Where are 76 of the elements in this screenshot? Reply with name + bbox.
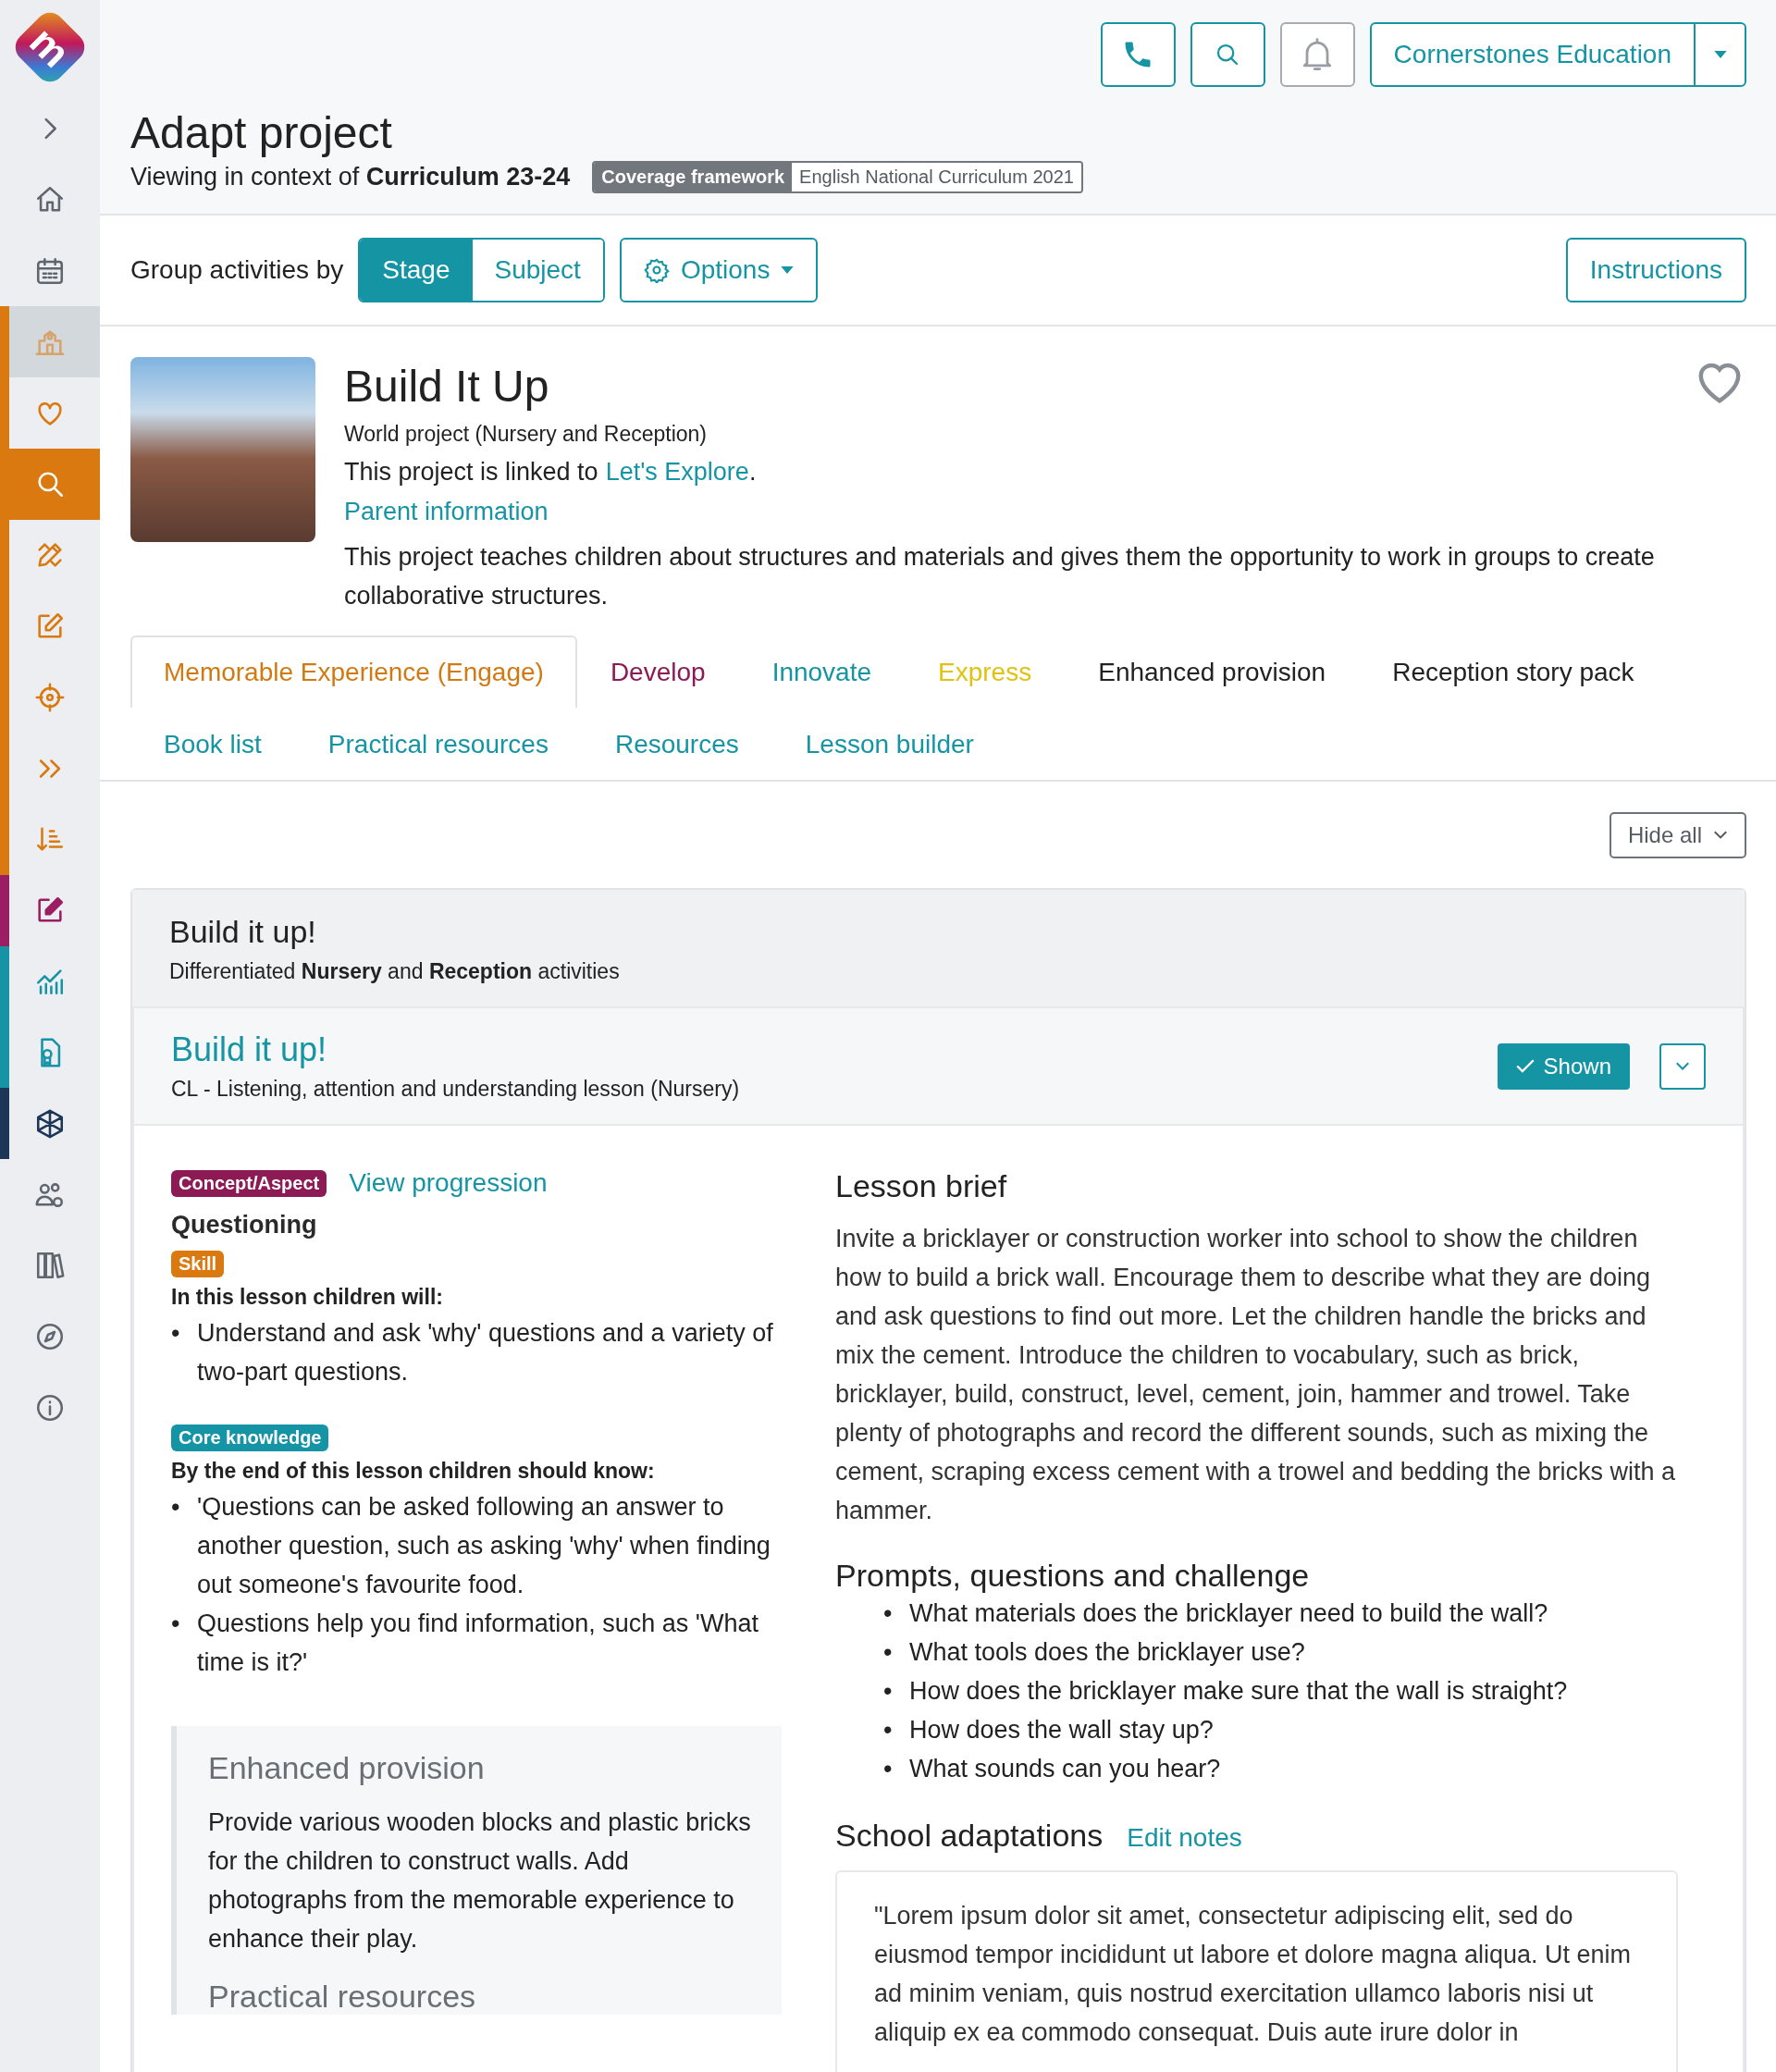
lesson-subtitle: CL - Listening, attention and understanding lesson (Nursery) xyxy=(171,1077,740,1102)
tab[interactable]: Develop xyxy=(576,635,739,708)
prompt-item: What sounds can you hear? xyxy=(909,1754,1221,1784)
tab[interactable]: Innovate xyxy=(738,635,906,708)
hide-all-dropdown[interactable]: Hide all xyxy=(1609,812,1746,858)
project-description: This project teaches children about structures and materials and gives them the opportunity to work in groups to create collaborative structures. xyxy=(344,542,1656,611)
concept-badge: Concept/Aspect xyxy=(171,1169,327,1197)
linked-project-link[interactable]: Let's Explore xyxy=(605,458,749,487)
search-button[interactable] xyxy=(1190,22,1265,87)
chevron-down-icon xyxy=(1675,1061,1690,1071)
expand-button[interactable] xyxy=(1659,1042,1706,1090)
group-toggle[interactable]: Stage xyxy=(360,240,473,301)
prompt-item: How does the wall stay up? xyxy=(909,1715,1214,1745)
lesson-brief-text: Invite a bricklayer or construction worker into school to show the children how to build a brick wall. Encourage them to describe what they are doing and ask questions to find out more. Let the children handle the bricks and mix the cement. Introduce the children to vocabulary, such as brick, bricklayer, build, construct, level, cement, join, hammer and trowel. Take plenty of photographs and record the different sounds, such as mixing the cement, scraping excess cement with a trowel and bedding the bricks with a hammer. xyxy=(835,1224,1676,1526)
tab[interactable]: Resources xyxy=(581,708,772,780)
project-title: Build It Up xyxy=(344,361,550,413)
knowledge-item: 'Questions can be asked following an answer to another question, such as asking 'why' when finding out someone's favourite food. xyxy=(197,1492,771,1600)
caret-icon xyxy=(781,266,795,274)
framework-tag: Coverage framework English National Curriculum 2021 xyxy=(592,161,1083,193)
view-progression-link[interactable]: View progression xyxy=(349,1168,548,1198)
bullet: • xyxy=(883,1715,894,1745)
options-button[interactable]: Options xyxy=(619,238,819,302)
enhanced-provision-title: Enhanced provision xyxy=(208,1750,486,1786)
prompt-item: How does the bricklayer make sure that the wall is straight? xyxy=(909,1676,1568,1707)
objectives-heading: In this lesson children will: xyxy=(171,1285,444,1310)
chevron-down-icon xyxy=(1713,831,1728,840)
page-title: Adapt project xyxy=(130,107,393,159)
adaptation-note-text: "Lorem ipsum dolor sit amet, consectetur adipiscing elit, sed do eiusmod tempor incididunt ut labore et dolore magna aliqua. Ut enim ad minim veniam, quis nostrud exercitation ullamco laboris nisi ut aliquip ex ea commodo consequat. Duis aute irure dolor in xyxy=(874,1901,1632,2048)
prompts-heading: Prompts, questions and challenge xyxy=(835,1558,1311,1594)
knowledge-item: Questions help you find information, such as 'What time is it?' xyxy=(197,1609,759,1678)
objective-item: Understand and ask 'why' questions and a variety of two-part questions. xyxy=(197,1318,774,1388)
practical-resources-title: Practical resources xyxy=(208,1979,477,2015)
calendar-icon xyxy=(34,255,66,287)
tab[interactable]: Memorable Experience (Engage) xyxy=(130,635,577,708)
crosshair-icon xyxy=(34,681,66,713)
lesson-brief-heading: Lesson brief xyxy=(835,1168,1008,1204)
parent-information-link[interactable]: Parent information xyxy=(344,498,549,526)
knowledge-heading: By the end of this lesson children should know: xyxy=(171,1459,656,1484)
bullet: • xyxy=(171,1609,181,1639)
context-text: Viewing in context of Curriculum 23-24 xyxy=(130,163,571,191)
bullet: • xyxy=(883,1676,894,1707)
tab[interactable]: Lesson builder xyxy=(771,708,1007,780)
instructions-button[interactable]: Instructions xyxy=(1565,238,1746,302)
tab[interactable]: Book list xyxy=(130,708,295,780)
shown-toggle[interactable]: Shown xyxy=(1497,1042,1630,1090)
organisation-dropdown[interactable]: Cornerstones Education xyxy=(1369,22,1746,87)
phone-button[interactable] xyxy=(1100,22,1176,87)
core-knowledge-badge: Core knowledge xyxy=(171,1424,329,1451)
lesson-title[interactable]: Build it up! xyxy=(171,1030,740,1069)
settings-icon xyxy=(643,257,670,283)
check-icon xyxy=(1515,1059,1535,1073)
network-icon xyxy=(34,1107,66,1140)
section-title: Build it up! xyxy=(169,914,317,950)
linked-text: This project is linked to xyxy=(344,458,598,487)
school-adaptations-heading: School adaptations xyxy=(835,1818,1104,1854)
skill-badge: Skill xyxy=(171,1251,225,1277)
tab[interactable]: Reception story pack xyxy=(1359,635,1668,708)
bullet: • xyxy=(883,1754,894,1784)
bullet: • xyxy=(883,1637,894,1668)
section-subtitle: Differentiated Nursery and Reception activities xyxy=(169,959,621,984)
enhanced-provision-text: Provide various wooden blocks and plastic bricks for the children to construct walls. Add photographs from the memorable experience to enhance their play. xyxy=(208,1807,752,1955)
edit-notes-link[interactable]: Edit notes xyxy=(1127,1823,1242,1853)
bullet: • xyxy=(171,1318,181,1349)
caret-icon xyxy=(1713,51,1727,58)
bullet: • xyxy=(883,1598,894,1629)
project-type: World project (Nursery and Reception) xyxy=(344,422,708,447)
linked-suffix: . xyxy=(748,458,757,487)
tab[interactable]: Enhanced provision xyxy=(1065,635,1360,708)
prompt-item: What materials does the bricklayer need to build the wall? xyxy=(909,1598,1548,1629)
group-label: Group activities by xyxy=(130,255,344,285)
concept-name: Questioning xyxy=(171,1211,318,1240)
prompt-item: What tools does the bricklayer use? xyxy=(909,1637,1305,1668)
bullet: • xyxy=(171,1492,181,1523)
notifications-button[interactable] xyxy=(1279,22,1355,87)
organisation-name[interactable]: Cornerstones Education xyxy=(1371,24,1694,85)
tab[interactable]: Practical resources xyxy=(294,708,582,780)
